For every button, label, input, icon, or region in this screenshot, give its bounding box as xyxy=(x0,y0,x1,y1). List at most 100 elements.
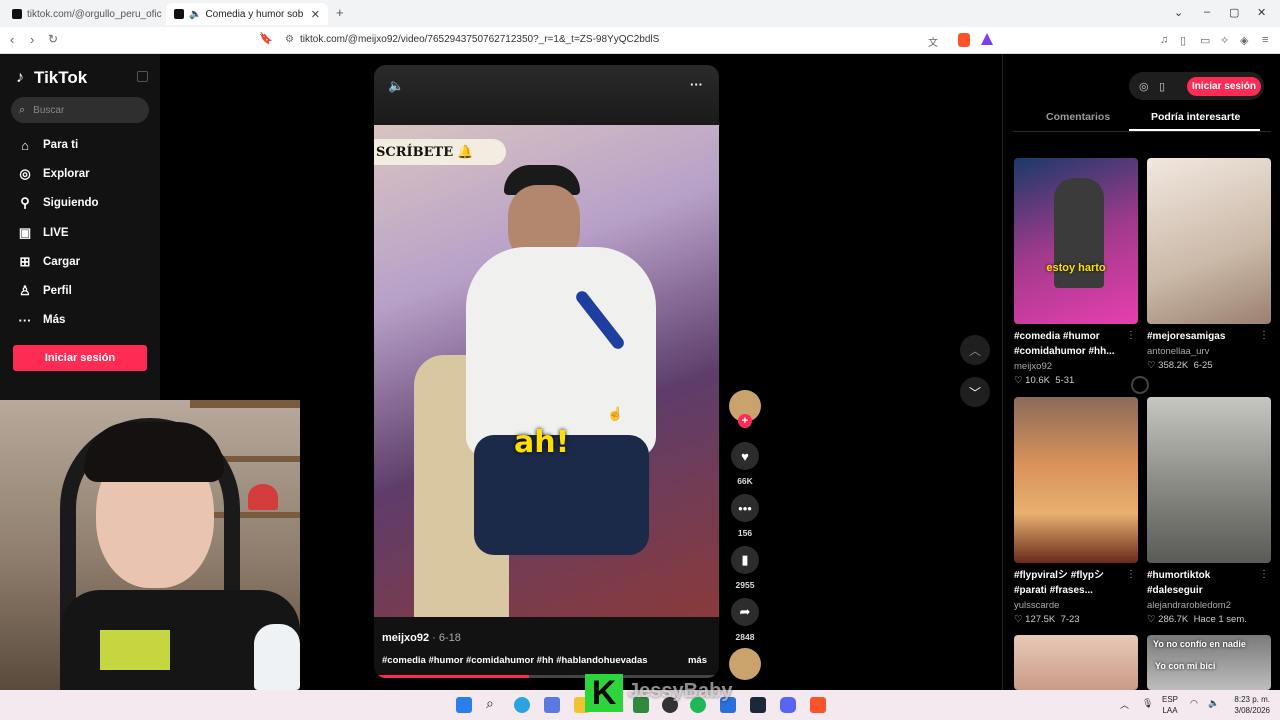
nav-label: Para ti xyxy=(43,139,79,151)
next-video-button[interactable]: ﹀ xyxy=(960,377,990,407)
clock[interactable]: 8:23 p. m. 3/08/2026 xyxy=(1234,694,1270,716)
volume-icon[interactable]: 🔈 xyxy=(1208,698,1219,709)
card-menu-icon[interactable]: ⋮ xyxy=(1126,569,1136,580)
more-icon: ··· xyxy=(18,312,32,328)
suggested-video-card[interactable]: #mejoresamigas antonellaa_urv ♡ 358.2K 6… xyxy=(1147,158,1271,371)
card-menu-icon[interactable]: ⋮ xyxy=(1126,330,1136,341)
tray-chevron-icon[interactable]: ︿ xyxy=(1120,698,1129,711)
nav-perfil[interactable]: ♙ Perfil xyxy=(16,281,72,301)
music-disc-avatar[interactable] xyxy=(729,648,761,680)
suggested-video-card[interactable]: #humortiktok #daleseguir alejandrarobled… xyxy=(1147,397,1271,625)
vpn-icon[interactable]: ◈ xyxy=(1240,34,1248,47)
brave-rewards-icon[interactable] xyxy=(981,33,993,45)
login-button-top[interactable]: Iniciar sesión xyxy=(1187,77,1261,96)
coins-icon[interactable]: ◎ xyxy=(1139,80,1149,93)
share-count: 2848 xyxy=(735,632,755,642)
discord-icon[interactable] xyxy=(780,697,796,713)
leo-ai-icon[interactable]: ✧ xyxy=(1220,34,1229,47)
forward-icon[interactable]: › xyxy=(30,32,34,47)
edge-icon[interactable] xyxy=(514,697,530,713)
wifi-icon[interactable]: ◠ xyxy=(1190,698,1198,709)
sidebar-icon[interactable]: ▯ xyxy=(1180,34,1186,47)
nav-explorar[interactable]: ◎ Explorar xyxy=(16,164,89,184)
store-icon[interactable] xyxy=(544,697,560,713)
mobile-app-icon[interactable]: ▯ xyxy=(1159,80,1165,93)
video-thumbnail xyxy=(1147,158,1271,324)
card-menu-icon[interactable]: ⋮ xyxy=(1259,569,1269,580)
speaker-icon: 🔈 xyxy=(189,8,202,20)
suggested-video-card[interactable]: #flypviralシ #flypシ #parati #frases... yu… xyxy=(1014,397,1138,625)
video-top-bar: 🔈 ··· xyxy=(374,65,719,125)
browser-tab-2[interactable]: 🔈 Comedia y humor sobre com ✕ xyxy=(166,3,328,25)
site-info-icon[interactable]: ⚙ xyxy=(285,34,294,45)
close-window-button[interactable]: ✕ xyxy=(1257,6,1266,19)
media-icon[interactable]: ♫ xyxy=(1160,34,1168,46)
previous-video-button[interactable]: ︿ xyxy=(960,335,990,365)
maximize-button[interactable]: ▢ xyxy=(1229,6,1239,19)
brave-shield-icon[interactable] xyxy=(958,33,970,47)
browser-tab-1[interactable]: tiktok.com/@orgullo_peru_oficial/vid xyxy=(4,3,162,25)
card-likes: 286.7K xyxy=(1158,614,1189,625)
mic-icon[interactable]: 🎙 xyxy=(1142,698,1153,709)
nav-live[interactable]: ▣ LIVE xyxy=(16,223,69,243)
nav-label: Siguiendo xyxy=(43,197,99,209)
minimize-button[interactable]: – xyxy=(1204,6,1210,18)
tab-search-icon[interactable]: ⌄ xyxy=(1174,6,1183,19)
suggested-video-card[interactable]: Yo no confío en nadie Yo con mi bici xyxy=(1147,635,1271,690)
heart-outline-icon: ♡ xyxy=(1014,614,1026,625)
search-input[interactable]: ⌕ Buscar xyxy=(11,97,149,123)
start-icon[interactable] xyxy=(456,697,472,713)
card-title: #flypviralシ #flypシ #parati #frases... xyxy=(1014,570,1105,596)
save-button[interactable]: ▮ xyxy=(731,546,759,574)
like-button[interactable]: ♥ xyxy=(731,442,759,470)
comment-button[interactable]: ••• xyxy=(731,494,759,522)
steam-icon[interactable] xyxy=(750,697,766,713)
card-author[interactable]: alejandrarobledom2 xyxy=(1147,600,1271,611)
translate-icon[interactable]: 文 xyxy=(928,34,938,49)
back-icon[interactable]: ‹ xyxy=(10,32,14,47)
hashtags[interactable]: #comedia #humor #comidahumor #hh #hablan… xyxy=(382,655,648,666)
card-menu-icon[interactable]: ⋮ xyxy=(1259,330,1269,341)
volume-icon[interactable]: 🔈 xyxy=(388,78,404,94)
nav-mas[interactable]: ··· Más xyxy=(16,310,66,330)
tab-comentarios[interactable]: Comentarios xyxy=(1046,111,1110,123)
close-tab-icon[interactable]: ✕ xyxy=(311,8,320,21)
upload-icon: ⊞ xyxy=(19,254,31,269)
nav-label: Perfil xyxy=(43,285,72,297)
card-author[interactable]: yulsscarde xyxy=(1014,600,1138,611)
bookmark-icon[interactable]: 🔖 xyxy=(259,32,273,45)
nav-para-ti[interactable]: ⌂ Para ti xyxy=(16,135,78,155)
menu-icon[interactable]: ≡ xyxy=(1262,34,1268,46)
author-name[interactable]: meijxo92 xyxy=(382,632,429,644)
video-player[interactable]: 🔈 ··· SCRÍBETE 🔔 ah! ☝ meijxo92 · 6-18 #… xyxy=(374,65,719,678)
video-thumbnail xyxy=(1014,397,1138,563)
follow-plus-icon[interactable]: + xyxy=(738,414,752,428)
suggested-video-card[interactable] xyxy=(1014,635,1138,690)
new-tab-button[interactable]: + xyxy=(336,5,344,20)
card-author[interactable]: meijxo92 xyxy=(1014,361,1138,372)
progress-bar[interactable] xyxy=(374,675,719,678)
search-icon[interactable]: ⌕ xyxy=(486,695,502,711)
video-thumbnail: Yo no confío en nadie Yo con mi bici xyxy=(1147,635,1271,690)
collapse-sidebar-icon[interactable] xyxy=(137,71,148,82)
nav-cargar[interactable]: ⊞ Cargar xyxy=(16,252,81,272)
language-indicator[interactable]: ESP LAA xyxy=(1162,694,1178,716)
tiktok-logo[interactable]: ♪ TikTok xyxy=(16,68,87,88)
login-button[interactable]: Iniciar sesión xyxy=(13,345,147,371)
suggested-video-card[interactable]: estoy harto #comedia #humor #comidahumor… xyxy=(1014,158,1138,386)
url-field[interactable]: tiktok.com/@meijxo92/video/7652943750762… xyxy=(300,34,659,45)
brave-icon[interactable] xyxy=(810,697,826,713)
nav-siguiendo[interactable]: ⚲ Siguiendo xyxy=(16,193,99,213)
tab-podria-interesarte[interactable]: Podría interesarte xyxy=(1151,111,1240,123)
heart-icon: ♥ xyxy=(741,448,749,464)
card-author[interactable]: antonellaa_urv xyxy=(1147,346,1271,357)
chevron-down-icon: ﹀ xyxy=(968,385,981,400)
post-date: 6-18 xyxy=(438,632,461,644)
share-button[interactable]: ➦ xyxy=(731,598,759,626)
more-link[interactable]: más xyxy=(688,655,707,666)
options-icon[interactable]: ··· xyxy=(690,77,703,92)
reload-icon[interactable]: ↻ xyxy=(48,32,58,46)
wallet-icon[interactable]: ▭ xyxy=(1200,34,1210,47)
following-icon: ⚲ xyxy=(20,195,30,210)
tiktok-sidebar: ♪ TikTok ⌕ Buscar ⌂ Para ti ◎ Explorar ⚲… xyxy=(0,54,160,400)
